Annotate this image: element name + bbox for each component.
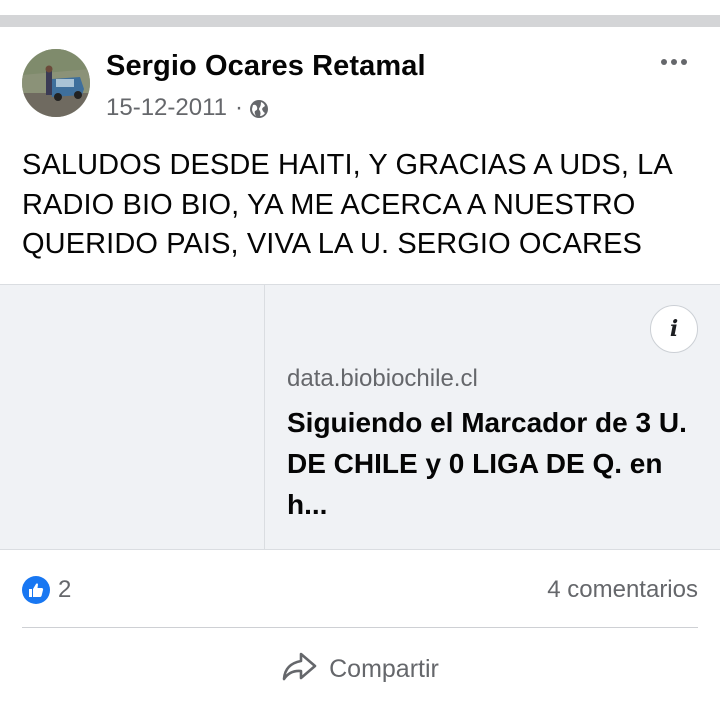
- actions-divider: [22, 627, 698, 628]
- author-avatar[interactable]: [22, 49, 90, 117]
- comments-count[interactable]: 4 comentarios: [547, 574, 698, 606]
- info-icon-glyph: i: [669, 316, 679, 342]
- more-options-icon[interactable]: [654, 50, 694, 74]
- link-thumbnail[interactable]: [0, 285, 265, 549]
- link-title[interactable]: Siguiendo el Marcador de 3 U. DE CHILE y…: [287, 402, 707, 525]
- more-dot: [661, 59, 667, 65]
- avatar-photo: [22, 49, 90, 117]
- share-arrow-icon: [281, 651, 317, 688]
- link-preview-card[interactable]: i data.biobiochile.cl Siguiendo el Marca…: [0, 284, 720, 550]
- post-meta: 15-12-2011 ·: [106, 93, 269, 123]
- link-domain: data.biobiochile.cl: [287, 365, 478, 392]
- post-text: SALUDOS DESDE HAITI, Y GRACIAS A UDS, LA…: [22, 149, 672, 260]
- more-dot: [681, 59, 687, 65]
- top-divider-bar: [0, 0, 720, 28]
- meta-separator: ·: [234, 94, 243, 121]
- info-icon[interactable]: i: [650, 305, 698, 353]
- globe-icon: [249, 98, 269, 118]
- share-label: Compartir: [329, 654, 439, 683]
- more-dot: [671, 59, 677, 65]
- feed-separator: [0, 15, 720, 27]
- like-icon: [22, 576, 50, 604]
- reactions-summary[interactable]: 2: [22, 574, 71, 606]
- share-button[interactable]: Compartir: [0, 646, 720, 692]
- like-count: 2: [58, 576, 72, 603]
- post-date[interactable]: 15-12-2011: [106, 94, 227, 122]
- author-name[interactable]: Sergio Ocares Retamal: [106, 50, 426, 83]
